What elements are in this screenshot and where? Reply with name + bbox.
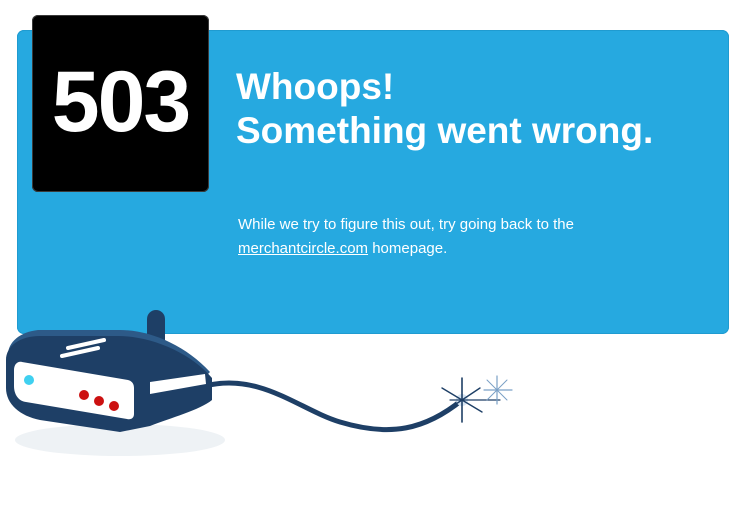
error-headline: Whoops! Something went wrong. (236, 65, 653, 153)
error-code: 503 (51, 53, 191, 150)
headline-line-1: Whoops! (236, 66, 395, 107)
error-code-box: 503 (32, 15, 209, 192)
message-text-before: While we try to figure this out, try goi… (238, 216, 574, 233)
error-message: While we try to figure this out, try goi… (238, 213, 638, 261)
error-page: 503 Whoops! Something went wrong. While … (0, 0, 749, 505)
router-cable (202, 380, 465, 433)
homepage-link[interactable]: merchantcircle.com (238, 240, 368, 257)
message-text-after: homepage. (368, 240, 448, 257)
router-led-2 (94, 396, 104, 406)
router-led-power (24, 375, 34, 385)
router-led-1 (79, 390, 89, 400)
router-icon (6, 310, 212, 432)
router-led-3 (109, 401, 119, 411)
unplugged-router-illustration (6, 310, 513, 456)
headline-line-2: Something went wrong. (236, 110, 654, 151)
